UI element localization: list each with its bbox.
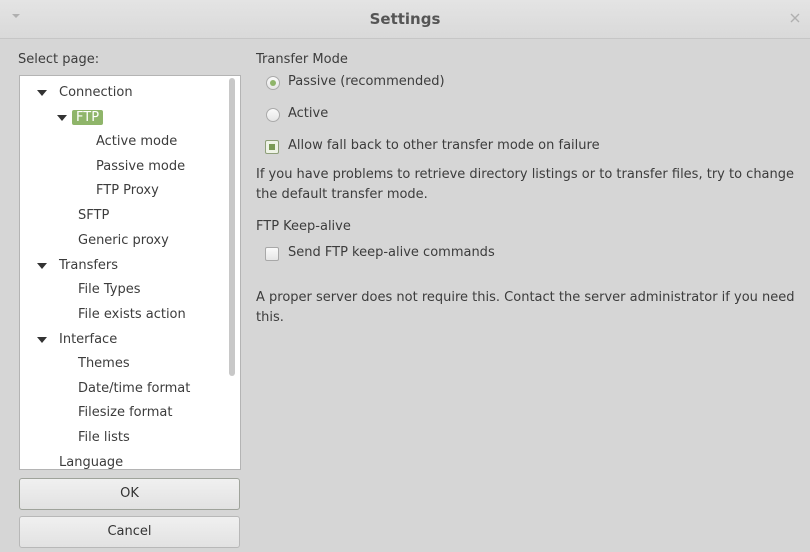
tree-item-ftp-label: FTP (72, 110, 104, 125)
passive-radio-label[interactable]: Passive (recommended) (288, 74, 445, 89)
transfer-mode-note: If you have problems to retrieve directo… (256, 167, 795, 202)
tree-item-ftp-proxy[interactable]: FTP Proxy (96, 180, 159, 202)
transfer-mode-heading: Transfer Mode (256, 52, 348, 67)
cancel-button[interactable]: Cancel (19, 516, 240, 548)
tree-item-file-lists[interactable]: File lists (78, 427, 130, 449)
fallback-checkbox-label[interactable]: Allow fall back to other transfer mode o… (288, 138, 600, 153)
close-icon[interactable] (790, 13, 800, 23)
expand-arrow-icon[interactable] (57, 115, 67, 121)
keepalive-heading: FTP Keep-alive (256, 219, 351, 234)
tree-item-connection[interactable]: Connection (59, 82, 133, 104)
tree-item-filesize-format[interactable]: Filesize format (78, 402, 172, 424)
select-page-label: Select page: (18, 52, 100, 67)
tree-item-themes[interactable]: Themes (78, 353, 130, 375)
active-radio[interactable] (266, 108, 280, 122)
tree-item-generic-proxy[interactable]: Generic proxy (78, 230, 169, 252)
tree-item-passive-mode[interactable]: Passive mode (96, 156, 185, 178)
active-radio-label[interactable]: Active (288, 106, 328, 121)
keepalive-checkbox[interactable] (265, 247, 279, 261)
tree-item-language[interactable]: Language (59, 452, 123, 469)
expand-arrow-icon[interactable] (37, 90, 47, 96)
tree-item-active-mode[interactable]: Active mode (96, 131, 177, 153)
expand-arrow-icon[interactable] (37, 337, 47, 343)
ok-button[interactable]: OK (19, 478, 240, 510)
tree-scrollbar[interactable] (227, 76, 237, 468)
fallback-checkbox[interactable] (265, 140, 279, 154)
tree-item-sftp[interactable]: SFTP (78, 205, 109, 227)
tree-item-file-types[interactable]: File Types (78, 279, 141, 301)
tree-item-file-exists-action[interactable]: File exists action (78, 304, 186, 326)
tree-item-transfers[interactable]: Transfers (59, 255, 118, 277)
expand-arrow-icon[interactable] (37, 263, 47, 269)
keepalive-note: A proper server does not require this. C… (256, 290, 795, 325)
keepalive-checkbox-label[interactable]: Send FTP keep-alive commands (288, 245, 495, 260)
tree-item-ftp[interactable]: FTP (72, 107, 104, 129)
tree-item-date-time-format[interactable]: Date/time format (78, 378, 190, 400)
title-bar: Settings (0, 0, 810, 39)
scrollbar-thumb[interactable] (229, 78, 235, 376)
passive-radio[interactable] (266, 76, 280, 90)
window-title: Settings (369, 10, 441, 28)
tree-item-interface[interactable]: Interface (59, 329, 117, 351)
settings-page-tree[interactable]: Connection FTP Active mode Passive mode … (19, 75, 241, 470)
settings-window: Settings Select page: Connection FTP Act… (0, 0, 810, 552)
